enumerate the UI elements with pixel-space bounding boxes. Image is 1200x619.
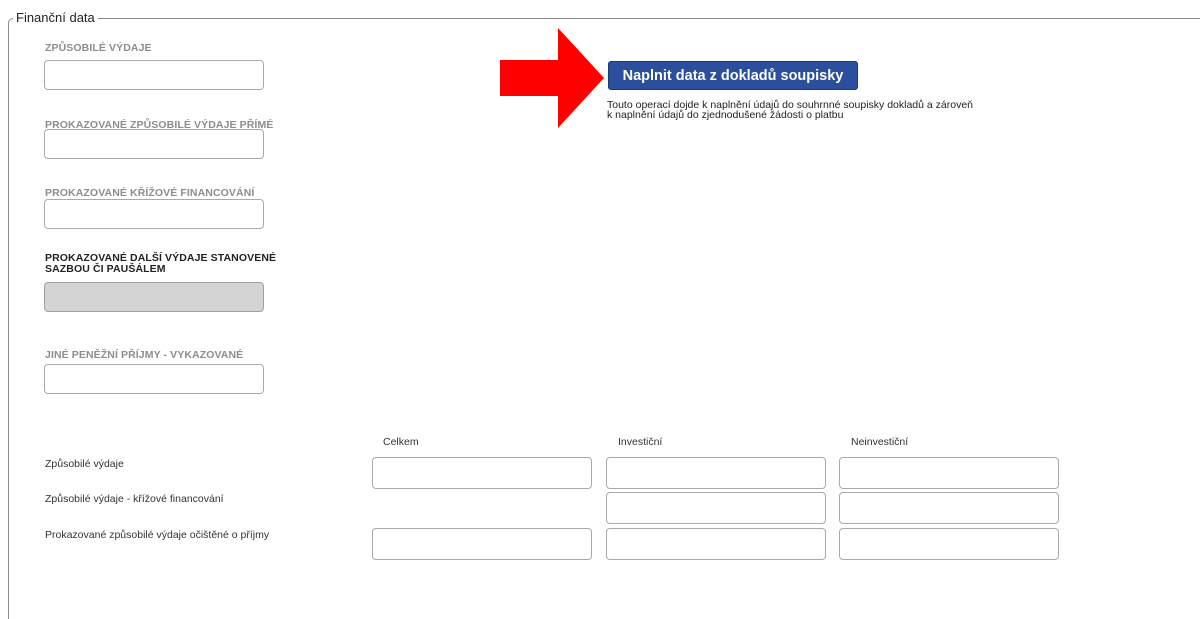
dalsi-vydaje-input <box>44 282 264 312</box>
fill-from-documents-button[interactable]: Naplnit data z dokladů soupisky <box>608 61 858 90</box>
cell-zpusobile-celkem[interactable] <box>372 457 592 489</box>
label-krizove-financovani: PROKAZOVANÉ KŘÍŽOVÉ FINANCOVÁNÍ <box>45 187 255 199</box>
fieldset-legend: Finanční data <box>13 10 98 25</box>
cell-ocistene-investicni[interactable] <box>606 528 826 560</box>
column-header-investicni: Investiční <box>618 436 663 448</box>
row-label-zpusobile-vydaje: Způsobilé výdaje <box>45 458 124 470</box>
cell-krizove-investicni[interactable] <box>606 492 826 524</box>
row-label-krizove-financovani: Způsobilé výdaje - křížové financování <box>45 493 224 505</box>
zpusobile-vydaje-input[interactable] <box>44 60 264 90</box>
label-jine-penezni-prijmy: JINÉ PENĚŽNÍ PŘÍJMY - VYKAZOVANÉ <box>45 349 244 361</box>
prokazovane-prime-input[interactable] <box>44 129 264 159</box>
cell-zpusobile-neinvesticni[interactable] <box>839 457 1059 489</box>
jine-penezni-prijmy-input[interactable] <box>44 364 264 394</box>
cell-ocistene-neinvesticni[interactable] <box>839 528 1059 560</box>
krizove-financovani-input[interactable] <box>44 199 264 229</box>
column-header-neinvesticni: Neinvestiční <box>851 436 909 448</box>
cell-ocistene-celkem[interactable] <box>372 528 592 560</box>
button-description: Touto operací dojde k naplnění údajů do … <box>607 100 1037 121</box>
column-header-celkem: Celkem <box>383 436 419 448</box>
red-arrow-shape <box>500 28 604 128</box>
label-dalsi-vydaje: PROKAZOVANÉ DALŠÍ VÝDAJE STANOVENÉ SAZBO… <box>45 253 276 275</box>
label-dalsi-vydaje-line2: SAZBOU ČI PAUŠÁLEM <box>45 263 166 275</box>
row-label-ocistene-o-prijmy: Prokazované způsobilé výdaje očištěné o … <box>45 529 270 541</box>
label-zpusobile-vydaje: ZPŮSOBILÉ VÝDAJE <box>45 42 152 54</box>
cell-zpusobile-investicni[interactable] <box>606 457 826 489</box>
red-arrow-icon <box>500 28 604 128</box>
cell-krizove-neinvesticni[interactable] <box>839 492 1059 524</box>
button-description-line2: k naplnění údajů do zjednodušené žádosti… <box>607 109 844 121</box>
